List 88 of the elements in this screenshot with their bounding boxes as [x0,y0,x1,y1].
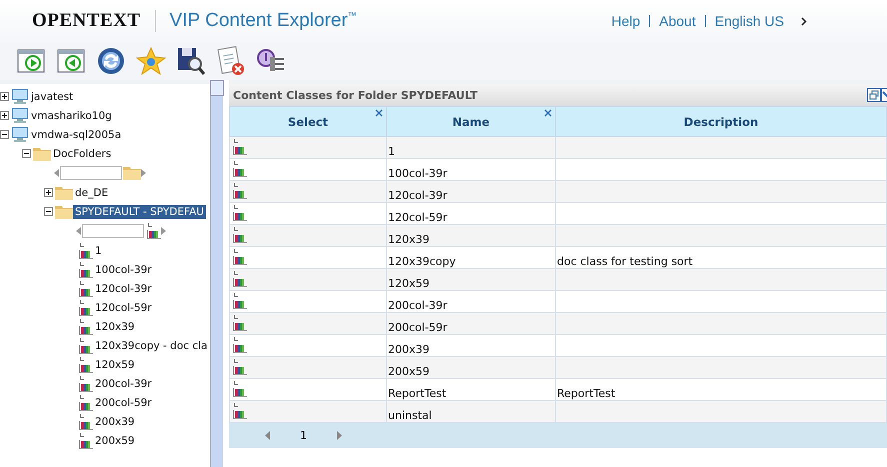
header-link[interactable]: Help [602,15,650,27]
document-class-icon [231,139,247,155]
panel-title: Content Classes for Folder SPYDEFAULT [233,88,479,102]
chevron-icon[interactable] [801,16,807,26]
document-class-icon [231,271,247,287]
collapse-icon[interactable] [0,130,9,139]
document-class-icon [77,414,93,430]
table-cell: 120x59 [386,268,556,290]
scroll-field[interactable] [60,166,122,180]
document-class-icon [231,205,247,221]
tree-item[interactable]: vmdwa-sql2005a [29,128,124,142]
document-class-icon [231,315,247,331]
document-class-icon [231,381,247,397]
tree-item[interactable]: 120col-59r [93,300,154,314]
column-header[interactable]: Description [556,106,886,136]
tree-item[interactable]: 200x59 [93,434,137,448]
tree-item[interactable]: de_DE [73,186,110,200]
document-class-icon [231,183,247,199]
document-class-icon [231,161,247,177]
product-title: VIP Content Explorer$^{™}$ [168,10,358,32]
star-icon[interactable] [136,46,166,76]
folder-icon [123,166,141,180]
table-cell: 120x39 [386,224,556,246]
document-class-icon [77,318,93,334]
tree-item[interactable]: 120x59 [93,358,137,372]
table-cell: 1 [386,136,556,158]
column-header[interactable]: Select [230,106,386,136]
tree-item[interactable]: 200col-59r [93,396,154,410]
tree-item[interactable]: DocFolders [51,146,114,160]
document-class-icon [77,376,93,392]
document-class-icon [77,280,93,296]
document-class-icon [231,337,247,353]
table-cell: 200x59 [386,356,556,378]
folder-icon [33,146,51,160]
table-cell: 120col-39r [386,180,556,202]
close-icon[interactable] [375,109,383,117]
folder-icon [55,204,73,218]
document-class-icon [231,359,247,375]
page-number[interactable]: 1 [300,429,307,442]
expand-icon[interactable] [0,111,9,120]
next-page-icon[interactable] [337,431,342,440]
monitor-icon [11,108,29,124]
left-arrow-icon[interactable] [54,169,59,177]
scroll-field[interactable] [82,224,144,238]
document-class-icon [231,403,247,419]
document-class-icon [77,356,93,372]
header-link[interactable]: About [649,15,705,27]
document-class-icon [77,300,93,316]
collapse-icon[interactable] [44,207,53,216]
tree-item[interactable]: 100col-39r [93,262,154,276]
document-class-icon [77,262,93,278]
previous-page-icon[interactable] [265,431,270,440]
expand-icon[interactable] [0,92,9,101]
document-class-icon [77,394,93,410]
tree-item[interactable]: 200col-39r [93,376,154,390]
close-icon[interactable] [881,88,887,102]
tree-item[interactable]: 200x39 [93,414,137,428]
document-class-icon [231,249,247,265]
collapse-icon[interactable] [22,149,31,158]
tree-item[interactable]: SPYDEFAULT - SPYDEFAU [73,204,206,218]
tree-item[interactable]: 120col-39r [93,282,154,296]
tree-item[interactable]: 120x39 [93,320,137,334]
document-class-icon [77,242,93,258]
document-class-icon [145,223,161,239]
document-class-icon [231,227,247,243]
close-icon[interactable] [544,109,552,117]
tree-item[interactable]: javatest [29,90,76,104]
header-link[interactable]: English US [704,15,793,27]
expand-icon[interactable] [44,188,53,197]
refresh-icon[interactable] [96,46,126,76]
left-arrow-icon[interactable] [76,227,81,235]
notepad-delete-icon[interactable] [216,46,246,76]
document-class-icon [77,432,93,448]
tree-item[interactable]: 120x39copy - doc cla [93,338,210,352]
table-cell: uninstal [386,400,556,422]
disk-magnifier-icon[interactable] [176,46,206,76]
right-arrow-icon[interactable] [161,227,166,235]
document-class-icon [77,338,93,354]
brand-logo: OPENTEXT [0,10,156,32]
document-class-icon [231,293,247,309]
folder-icon [55,186,73,200]
right-arrow-icon[interactable] [141,169,146,177]
monitor-icon [11,126,29,142]
column-header[interactable]: Name [386,106,556,136]
tree-item[interactable]: vmashariko10g [29,108,114,122]
monitor-icon [11,88,29,104]
tree-item[interactable]: 1 [93,244,104,258]
table-cell: 200col-59r [386,312,556,334]
